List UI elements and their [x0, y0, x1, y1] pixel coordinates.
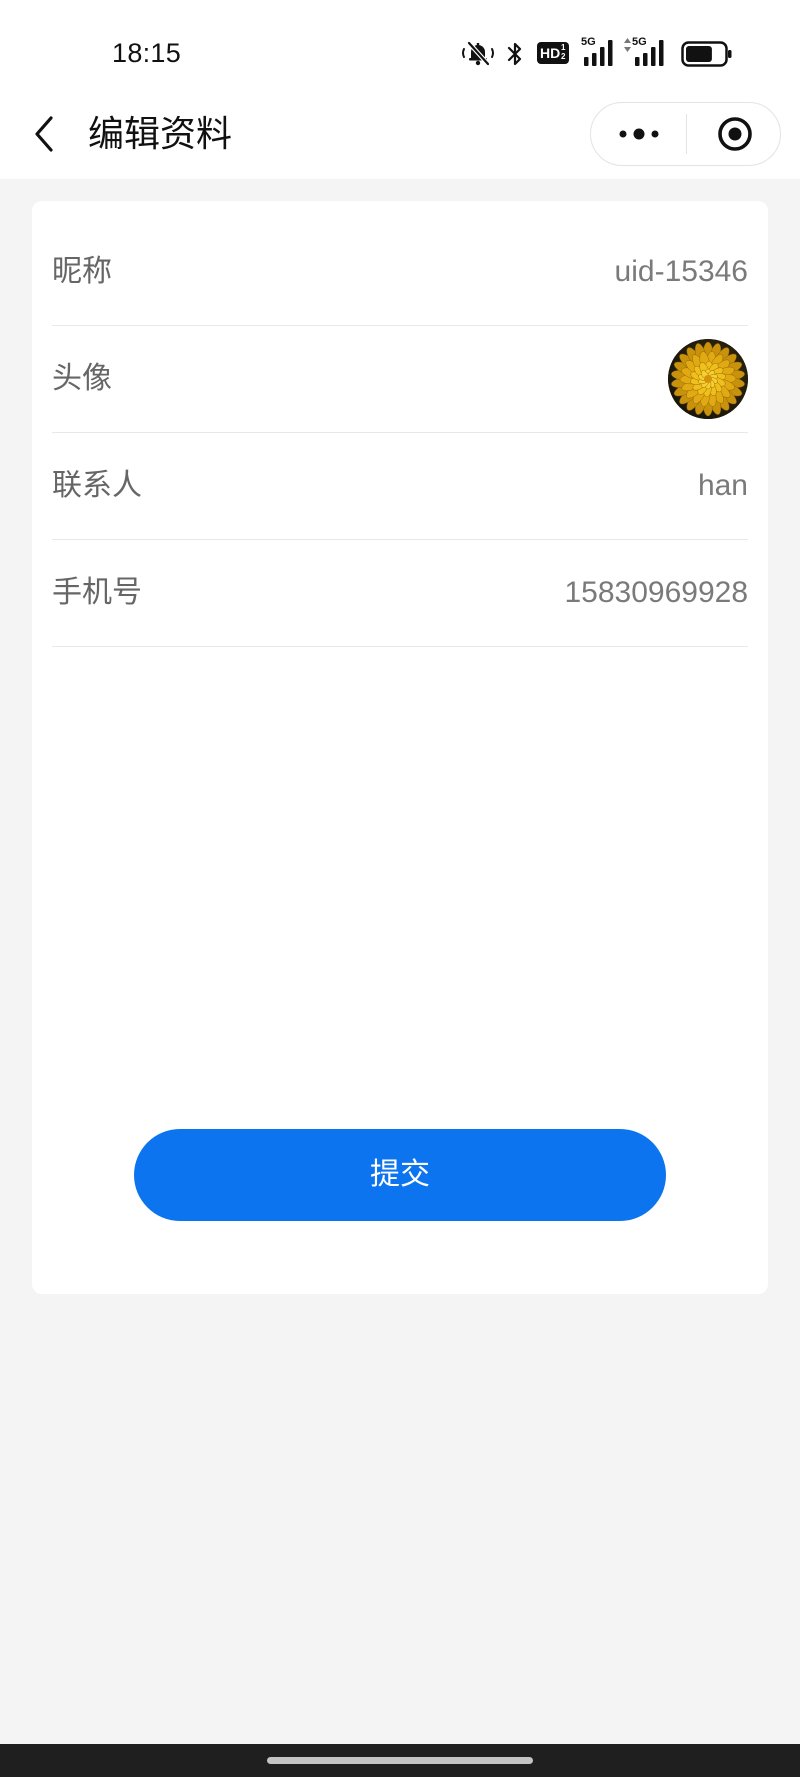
nickname-input[interactable]	[328, 254, 748, 290]
top-header: 18:15 HD 1 2 5G 5G 编辑资料	[0, 0, 800, 179]
back-button[interactable]	[30, 114, 58, 154]
avatar-label: 头像	[52, 362, 112, 395]
signal-bars-icon	[584, 40, 613, 66]
contact-label: 联系人	[52, 469, 142, 502]
avatar-button[interactable]	[668, 339, 748, 419]
battery-icon	[681, 41, 732, 67]
bell-off-vibrate-icon	[462, 41, 494, 66]
system-nav-bar	[0, 1744, 800, 1777]
profile-card: 昵称 头像 联系人	[32, 201, 768, 1294]
row-phone[interactable]: 手机号	[52, 540, 748, 647]
capsule-menu	[590, 102, 781, 166]
signal-5g-icon: 5G	[581, 37, 619, 67]
submit-button[interactable]: 提交	[134, 1129, 666, 1221]
more-button[interactable]	[591, 103, 686, 165]
close-button[interactable]	[687, 103, 782, 165]
row-contact[interactable]: 联系人	[52, 433, 748, 540]
target-circle-icon	[717, 117, 752, 151]
home-indicator[interactable]	[267, 1757, 533, 1764]
phone-input[interactable]	[328, 575, 748, 611]
row-nickname[interactable]: 昵称	[52, 219, 748, 326]
row-avatar[interactable]: 头像	[52, 326, 748, 433]
status-time: 18:15	[112, 38, 182, 68]
hd-sup: 1	[561, 43, 566, 52]
data-arrows-icon	[624, 38, 631, 52]
contact-input[interactable]	[328, 468, 748, 504]
signal-5g-data-icon: 5G	[624, 37, 670, 67]
hd-voice-icon: HD 1 2	[537, 42, 569, 64]
signal-bars-icon	[635, 40, 664, 66]
nickname-label: 昵称	[52, 255, 112, 288]
hd-sub: 2	[561, 52, 566, 61]
battery-level-fill	[686, 46, 712, 62]
hd-label: HD	[540, 45, 561, 61]
chevron-left-icon	[35, 116, 53, 152]
phone-label: 手机号	[52, 576, 142, 609]
avatar-image	[668, 339, 748, 419]
page-title: 编辑资料	[88, 113, 233, 154]
more-dots-icon	[619, 128, 658, 140]
bluetooth-icon	[507, 42, 522, 66]
